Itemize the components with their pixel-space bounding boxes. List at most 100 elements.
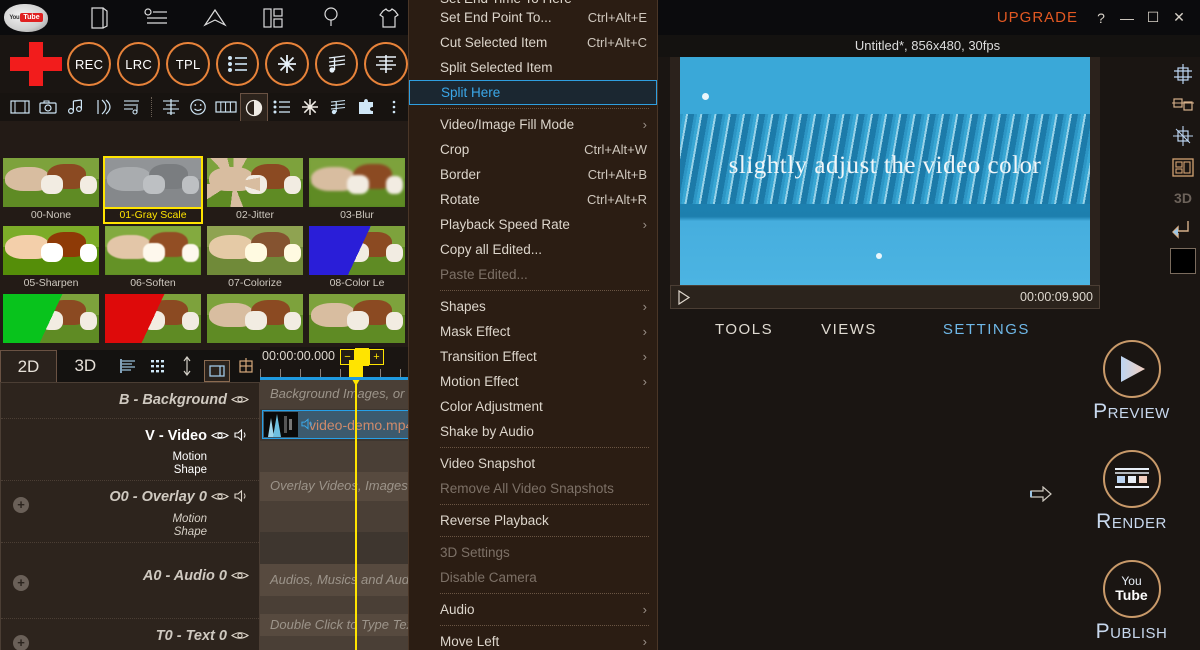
tab-settings[interactable]: SETTINGS [943,321,1030,338]
pen-nib-icon[interactable] [186,0,244,35]
menu-item-crop[interactable]: Crop Ctrl+Alt+W [409,137,657,162]
effect-thumb[interactable]: 02-Jitter [204,156,306,224]
media-library-icon[interactable] [6,93,34,121]
track-sub-shape[interactable]: Shape [1,526,249,539]
panel-layout-icon[interactable] [1166,151,1200,182]
center-align-icon[interactable] [1166,58,1200,89]
effect-thumb[interactable] [0,292,102,350]
playhead-handle[interactable] [349,360,363,386]
puzzle-icon[interactable] [352,93,380,121]
music-note-icon[interactable] [62,93,90,121]
eye-icon[interactable] [210,481,229,513]
effect-thumb-selected[interactable]: 01-Gray Scale [102,156,204,224]
playlist-button[interactable] [215,42,260,86]
add-audio-track-button[interactable]: + [13,575,29,591]
eye-icon[interactable] [231,619,249,650]
zoom-in-button[interactable]: + [369,349,384,365]
playhead-line[interactable] [355,377,357,650]
transition-icon[interactable] [90,93,118,121]
magnifier-icon[interactable] [302,0,360,35]
speaker-icon[interactable] [233,421,249,451]
add-text-track-button[interactable]: + [13,635,29,650]
more-icon[interactable] [380,93,408,121]
expand-arrow-icon[interactable] [1030,485,1052,508]
effect-thumb[interactable]: 03-Blur [306,156,408,224]
menu-item-move-left[interactable]: Move Left › [409,629,657,650]
equalizer-button[interactable] [364,42,408,86]
menu-item-border[interactable]: Border Ctrl+Alt+B [409,162,657,187]
effect-thumb[interactable] [102,292,204,350]
menu-item-color-adjustment[interactable]: Color Adjustment [409,394,657,419]
menu-item-video-snapshot[interactable]: Video Snapshot [409,451,657,476]
effect-thumb[interactable] [204,292,306,350]
enter-arrow-icon[interactable] [1166,213,1200,244]
3d-label[interactable]: 3D [1166,182,1200,213]
publish-button[interactable]: You Tube PUBLISH [1063,560,1200,644]
layout-panels-icon[interactable] [244,0,302,35]
upgrade-button[interactable]: UPGRADE [987,9,1088,26]
tab-3d[interactable]: 3D [57,350,114,382]
filmstrip-icon[interactable] [212,93,240,121]
split-panel-icon[interactable] [232,350,261,382]
video-preview-box[interactable]: slightly adjust the video color [670,57,1100,285]
list-icon[interactable] [268,93,296,121]
menu-item-cut-selected-item[interactable]: Cut Selected Item Ctrl+Alt+C [409,30,657,55]
template-button[interactable]: TPL [166,42,210,86]
tab-views[interactable]: VIEWS [821,321,877,338]
track-header-overlay[interactable]: + O0 - Overlay 0 Motion Shape [1,481,259,543]
menu-item-set-end-point-to[interactable]: Set End Point To... Ctrl+Alt+E [409,5,657,30]
track-header-audio[interactable]: + A0 - Audio 0 [1,543,259,619]
menu-item-motion-effect[interactable]: Motion Effect › [409,369,657,394]
track-sub-motion[interactable]: Motion [1,451,249,464]
menu-item-mask-effect[interactable]: Mask Effect › [409,319,657,344]
tab-2d[interactable]: 2D [0,350,57,382]
vertical-resize-icon[interactable] [173,350,202,382]
speaker-icon[interactable] [233,481,249,513]
list-bullet-icon[interactable] [128,0,186,35]
menu-item-transition-effect[interactable]: Transition Effect › [409,344,657,369]
book-icon[interactable] [70,0,128,35]
render-button[interactable]: RENDER [1063,450,1200,534]
tab-tools[interactable]: TOOLS [715,321,773,338]
black-swatch[interactable] [1170,248,1196,274]
eye-icon[interactable] [210,421,229,451]
minimize-button[interactable]: — [1114,5,1140,31]
effect-thumb[interactable]: 08-Color Le [306,224,408,292]
record-button[interactable]: REC [67,42,111,86]
menu-item-rotate[interactable]: Rotate Ctrl+Alt+R [409,187,657,212]
music-bars-icon[interactable] [324,93,352,121]
camera-icon[interactable] [34,93,62,121]
menu-item-video-image-fill-mode[interactable]: Video/Image Fill Mode › [409,112,657,137]
track-sub-motion[interactable]: Motion [1,513,249,526]
effect-thumb[interactable]: 06-Soften [102,224,204,292]
effect-thumb[interactable] [306,292,408,350]
menu-item-reverse-playback[interactable]: Reverse Playback [409,508,657,533]
lyrics-button[interactable]: LRC [116,42,161,86]
effects-button[interactable] [265,42,309,86]
menu-item-split-here[interactable]: Split Here [409,80,657,105]
close-button[interactable]: ✕ [1166,5,1192,31]
equalizer-icon[interactable] [157,93,185,121]
effect-thumb[interactable]: 00-None [0,156,102,224]
menu-item-shake-by-audio[interactable]: Shake by Audio [409,419,657,444]
crop-frame-icon[interactable] [203,360,230,382]
track-header-background[interactable]: B - Background [1,383,259,419]
effect-thumb[interactable]: 05-Sharpen [0,224,102,292]
help-button[interactable]: ? [1088,5,1114,31]
menu-item-shapes[interactable]: Shapes › [409,294,657,319]
track-header-video[interactable]: V - Video Motion Shape [1,419,259,481]
maximize-button[interactable]: ☐ [1140,5,1166,31]
snowflake-icon[interactable] [296,93,324,121]
preview-button[interactable]: PREVIEW [1063,340,1200,424]
grid-layout-icon[interactable] [1166,89,1200,120]
eye-icon[interactable] [231,543,249,609]
context-menu[interactable]: Set End Time To Here Set End Point To...… [408,0,658,650]
align-left-icon[interactable] [114,350,143,382]
menu-item-audio[interactable]: Audio › [409,597,657,622]
preview-playbar[interactable]: 00:00:09.900 [670,285,1100,309]
color-adjust-icon[interactable] [240,93,269,121]
track-header-text[interactable]: + T0 - Text 0 Motion [1,619,259,650]
grid-dots-icon[interactable] [143,350,172,382]
playlist-note-icon[interactable] [118,93,146,121]
eye-icon[interactable] [231,383,249,417]
